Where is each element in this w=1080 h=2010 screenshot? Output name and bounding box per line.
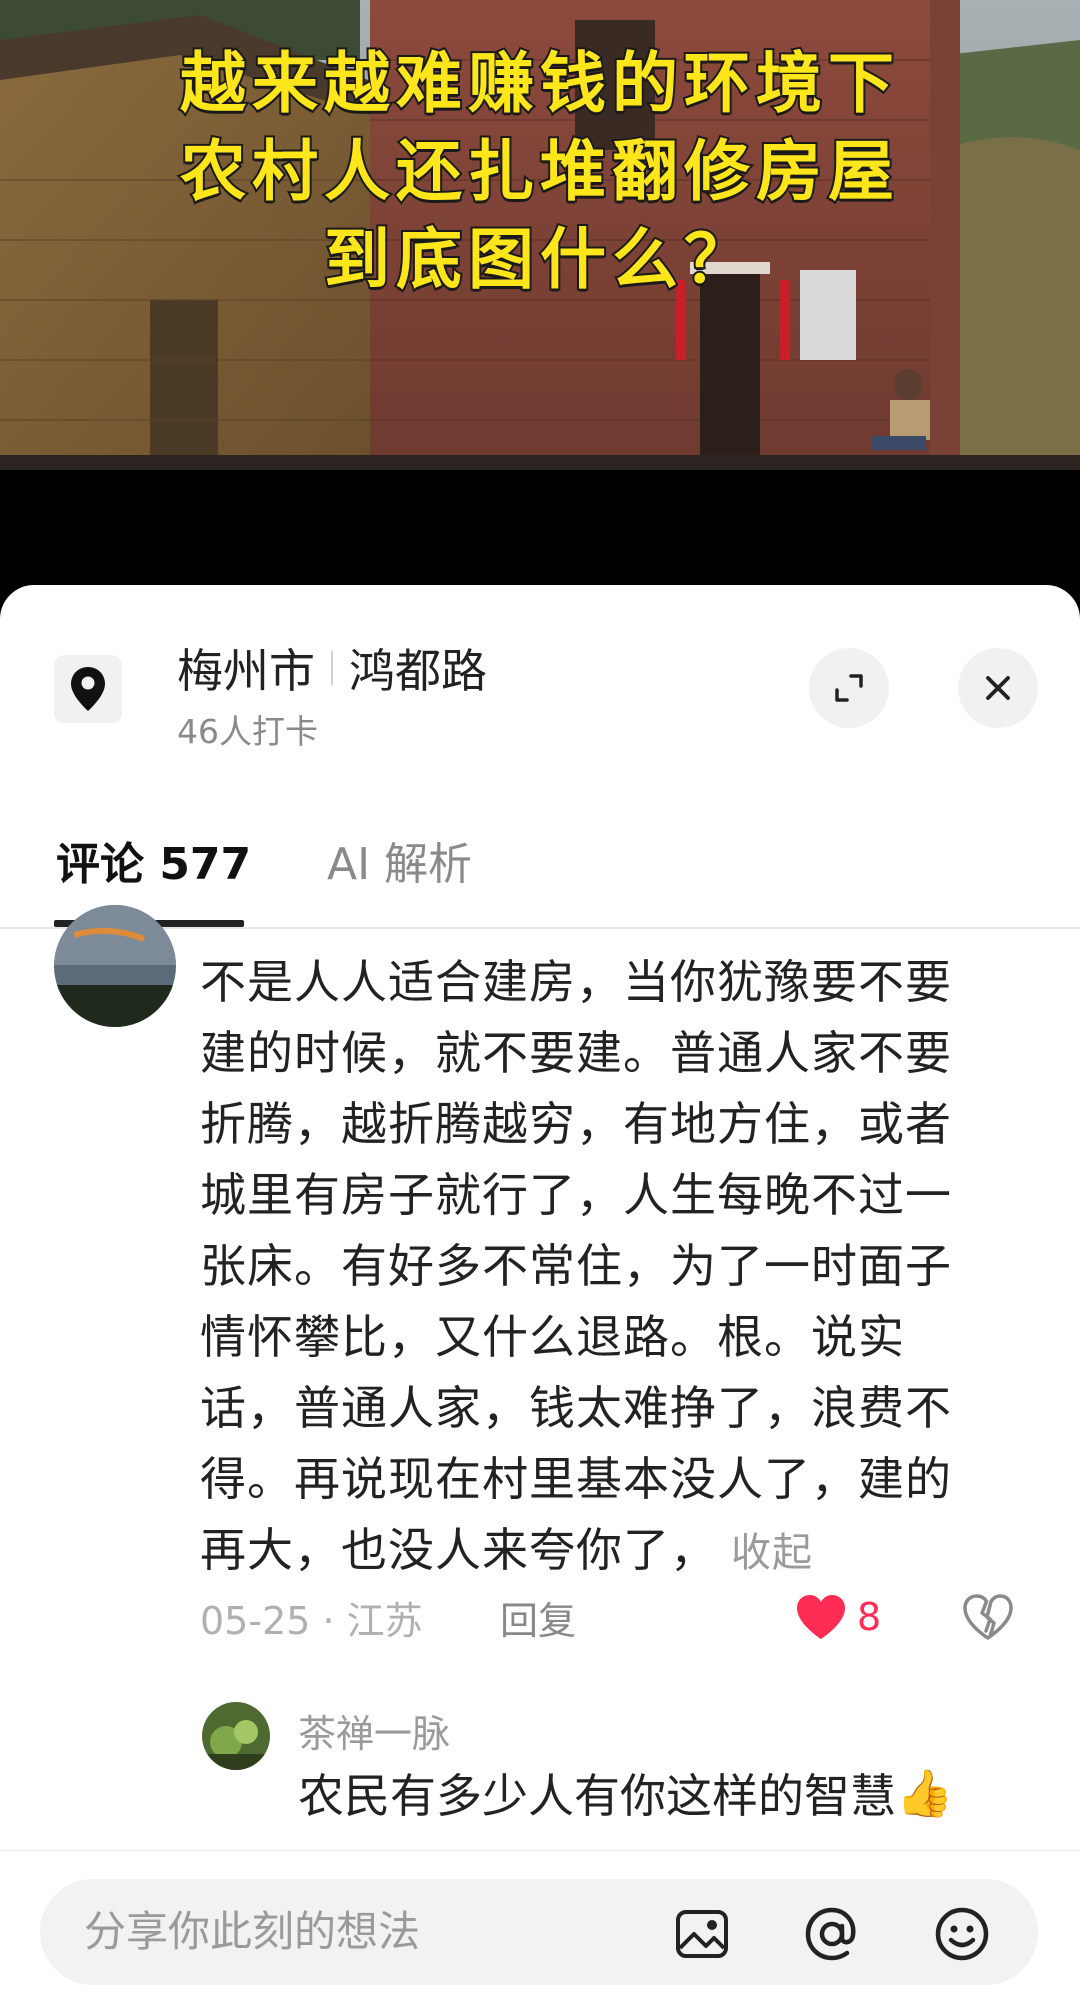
comment-line: 建的时候，就不要建。普通人家不要 <box>200 1026 952 1080</box>
close-button[interactable] <box>958 648 1038 728</box>
input-placeholder: 分享你此刻的想法 <box>84 1907 421 1956</box>
comment-input[interactable]: 分享你此刻的想法 <box>40 1879 1038 1985</box>
comment-line: 城里有房子就行了，人生每晚不过一 <box>200 1168 952 1222</box>
like-button[interactable]: 8 <box>795 1593 881 1641</box>
avatar[interactable] <box>54 905 176 1027</box>
location-title[interactable]: 梅州市 鸿都路 <box>177 635 487 701</box>
image-icon[interactable] <box>672 1904 732 1964</box>
comment-line: 话，普通人家，钱太难挣了，浪费不 <box>200 1381 952 1435</box>
tab-bar: 评论 577 AI 解析 <box>0 825 1080 929</box>
comment-line: 张床。有好多不常住，为了一时面子 <box>200 1239 952 1293</box>
collapse-link[interactable]: 收起 <box>731 1530 813 1576</box>
comment-line: 再大，也没人来夸你了， 收起 <box>200 1515 1010 1589</box>
reply-username[interactable]: 茶禅一脉 <box>298 1703 450 1758</box>
expand-icon <box>835 674 863 702</box>
location-road: 鸿都路 <box>349 644 487 698</box>
tab-comments[interactable]: 评论 577 <box>56 825 251 905</box>
avatar[interactable] <box>202 1702 270 1770</box>
caption-line: 到底图什么？ <box>322 219 756 300</box>
video-caption: 越来越难赚钱的环境下 农村人还扎堆翻修房屋 到底图什么？ <box>0 40 1080 304</box>
comment-line: 折腾，越折腾越穷，有地方住，或者 <box>200 1097 952 1151</box>
reply-text: 农民有多少人有你这样的智慧 <box>298 1769 896 1823</box>
caption-line: 越来越难赚钱的环境下 <box>178 43 900 124</box>
at-icon[interactable] <box>802 1904 862 1964</box>
like-count: 8 <box>857 1595 882 1639</box>
location-pin-icon[interactable] <box>54 655 122 723</box>
close-icon <box>986 676 1010 700</box>
comment-line: 情怀攀比，又什么退路。根。说实 <box>200 1310 905 1364</box>
comment-meta: 05-25 · 江苏 <box>200 1599 423 1643</box>
tab-ai-analysis[interactable]: AI 解析 <box>327 825 472 905</box>
reply-button[interactable]: 回复 <box>500 1590 576 1645</box>
location-city: 梅州市 <box>177 644 315 698</box>
reply-body: 农民有多少人有你这样的智慧 👍 <box>298 1760 953 1826</box>
expand-button[interactable] <box>809 648 889 728</box>
comments-sheet: 梅州市 鸿都路 46人打卡 评论 577 AI 解析 不是人人适合建房，当你犹豫… <box>0 585 1080 2010</box>
heart-icon <box>797 1595 845 1639</box>
caption-line: 农村人还扎堆翻修房屋 <box>178 131 900 212</box>
divider <box>331 651 333 685</box>
comment-input-bar: 分享你此刻的想法 <box>0 1850 1080 2010</box>
dislike-button[interactable] <box>962 1593 1014 1645</box>
thumbs-up-emoji: 👍 <box>896 1765 954 1820</box>
checkin-count: 46人打卡 <box>177 712 318 751</box>
video-player[interactable]: 越来越难赚钱的环境下 农村人还扎堆翻修房屋 到底图什么？ <box>0 0 1080 470</box>
comment-line-text: 再大，也没人来夸你了， <box>200 1523 717 1577</box>
comment-line: 得。再说现在村里基本没人了，建的 <box>200 1452 952 1506</box>
broken-heart-icon <box>963 1594 1013 1640</box>
emoji-icon[interactable] <box>932 1904 992 1964</box>
comment-body: 不是人人适合建房，当你犹豫要不要 建的时候，就不要建。普通人家不要 折腾，越折腾… <box>200 947 1010 1589</box>
comment-line: 不是人人适合建房，当你犹豫要不要 <box>200 955 952 1009</box>
